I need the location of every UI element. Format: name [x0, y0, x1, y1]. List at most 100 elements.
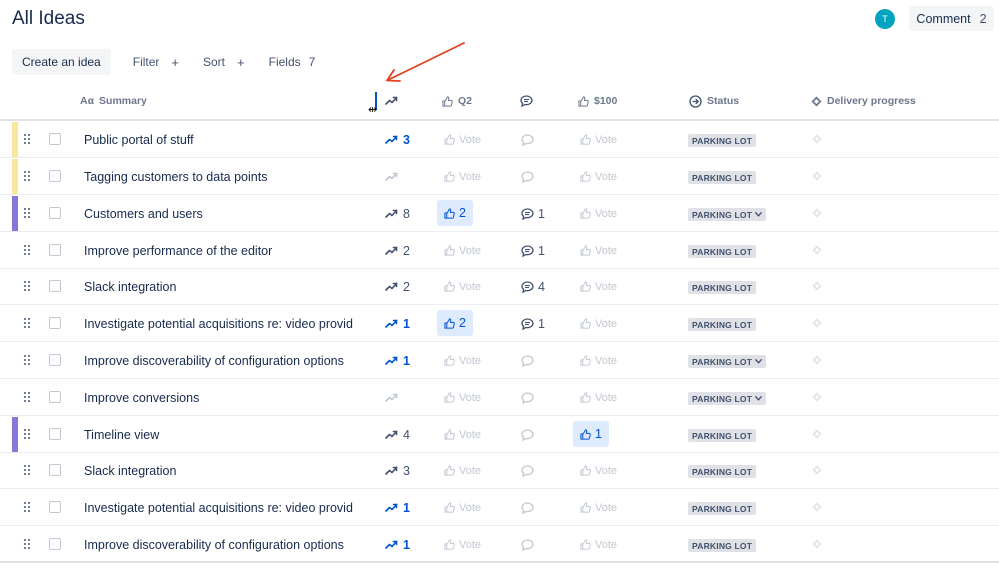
drag-handle-icon[interactable]	[24, 429, 32, 439]
column-summary[interactable]: Aα Summary	[80, 88, 147, 114]
idea-summary[interactable]: Improve conversions	[84, 379, 354, 416]
row-checkbox[interactable]	[49, 391, 61, 403]
comments-cell[interactable]	[521, 121, 538, 158]
q2-vote-button[interactable]: Vote	[444, 232, 481, 269]
row-checkbox[interactable]	[49, 244, 61, 256]
usd100-vote-button[interactable]: Vote	[580, 342, 617, 379]
row-checkbox[interactable]	[49, 501, 61, 513]
drag-handle-icon[interactable]	[24, 171, 32, 181]
idea-summary[interactable]: Improve discoverability of configuration…	[84, 526, 354, 563]
q2-vote-button[interactable]: Vote	[444, 121, 481, 158]
row-checkbox[interactable]	[49, 464, 61, 476]
q2-vote-button[interactable]: 2	[437, 310, 473, 336]
idea-summary[interactable]: Investigate potential acquisitions re: v…	[84, 489, 354, 526]
q2-vote-button[interactable]: Vote	[444, 268, 481, 305]
drag-handle-icon[interactable]	[24, 208, 32, 218]
drag-handle-icon[interactable]	[24, 539, 32, 549]
q2-vote-button[interactable]: Vote	[444, 379, 481, 416]
comments-cell[interactable]: 4	[521, 268, 545, 305]
usd100-vote-button[interactable]: Vote	[580, 158, 617, 195]
idea-summary[interactable]: Tagging customers to data points	[84, 158, 354, 195]
usd100-vote-button[interactable]: Vote	[580, 489, 617, 526]
status-badge[interactable]: PARKING LOT	[688, 502, 757, 515]
drag-handle-icon[interactable]	[24, 245, 32, 255]
drag-handle-icon[interactable]	[24, 465, 32, 475]
usd100-vote-button[interactable]: Vote	[580, 305, 617, 342]
status-badge[interactable]: PARKING LOT	[688, 281, 757, 294]
column-trend[interactable]	[385, 88, 403, 114]
q2-vote-button[interactable]: Vote	[444, 526, 481, 563]
table-row[interactable]: Customers and users 8 2 1 Vote PARKING LOT	[0, 195, 999, 232]
table-row[interactable]: Improve discoverability of configuration…	[0, 526, 999, 563]
column-usd100[interactable]: $100	[578, 88, 617, 114]
status-badge[interactable]: PARKING LOT	[688, 208, 767, 221]
q2-vote-button[interactable]: Vote	[444, 452, 481, 489]
status-badge[interactable]: PARKING LOT	[688, 465, 757, 478]
fields-button[interactable]: Fields 7	[269, 55, 316, 69]
row-checkbox[interactable]	[49, 207, 61, 219]
idea-summary[interactable]: Public portal of stuff	[84, 121, 354, 158]
status-badge[interactable]: PARKING LOT	[688, 355, 767, 368]
drag-handle-icon[interactable]	[24, 281, 32, 291]
q2-vote-button[interactable]: Vote	[444, 416, 481, 453]
table-row[interactable]: Improve conversions Vote Vote PARKING LOT	[0, 379, 999, 416]
idea-summary[interactable]: Slack integration	[84, 452, 354, 489]
comments-cell[interactable]	[521, 158, 538, 195]
row-checkbox[interactable]	[49, 170, 61, 182]
usd100-vote-button[interactable]: Vote	[580, 232, 617, 269]
q2-vote-button[interactable]: 2	[437, 200, 473, 226]
row-checkbox[interactable]	[49, 428, 61, 440]
table-row[interactable]: Tagging customers to data points Vote Vote…	[0, 158, 999, 195]
comment-button[interactable]: Comment 2	[909, 6, 994, 31]
usd100-vote-button[interactable]: Vote	[580, 379, 617, 416]
idea-summary[interactable]: Slack integration	[84, 268, 354, 305]
usd100-vote-button[interactable]: Vote	[580, 121, 617, 158]
column-comments[interactable]	[520, 88, 538, 114]
status-badge[interactable]: PARKING LOT	[688, 318, 757, 331]
row-checkbox[interactable]	[49, 538, 61, 550]
filter-button[interactable]: Filter +	[133, 55, 179, 70]
table-row[interactable]: Investigate potential acquisitions re: v…	[0, 305, 999, 342]
comments-cell[interactable]	[521, 342, 538, 379]
sort-button[interactable]: Sort +	[203, 55, 245, 70]
idea-summary[interactable]: Investigate potential acquisitions re: v…	[84, 305, 354, 342]
row-checkbox[interactable]	[49, 133, 61, 145]
comments-cell[interactable]	[521, 526, 538, 563]
comments-cell[interactable]	[521, 379, 538, 416]
row-checkbox[interactable]	[49, 354, 61, 366]
status-badge[interactable]: PARKING LOT	[688, 392, 767, 405]
idea-summary[interactable]: Customers and users	[84, 195, 354, 232]
status-badge[interactable]: PARKING LOT	[688, 245, 757, 258]
drag-handle-icon[interactable]	[24, 134, 32, 144]
comments-cell[interactable]: 1	[521, 232, 545, 269]
table-row[interactable]: Slack integration 3 Vote Vote PARKING LOT	[0, 452, 999, 489]
column-q2[interactable]: Q2	[442, 88, 472, 114]
status-badge[interactable]: PARKING LOT	[688, 171, 757, 184]
status-badge[interactable]: PARKING LOT	[688, 539, 757, 552]
table-row[interactable]: Investigate potential acquisitions re: v…	[0, 489, 999, 526]
table-row[interactable]: Timeline view 4 Vote 1 PARKING LOT	[0, 416, 999, 453]
table-row[interactable]: Slack integration 2 Vote 4 Vote PARKING LOT	[0, 268, 999, 305]
table-row[interactable]: Improve discoverability of configuration…	[0, 342, 999, 379]
drag-handle-icon[interactable]	[24, 318, 32, 328]
idea-summary[interactable]: Timeline view	[84, 416, 354, 453]
column-status[interactable]: Status	[689, 88, 739, 114]
comments-cell[interactable]	[521, 416, 538, 453]
column-delivery[interactable]: Delivery progress	[811, 88, 916, 114]
q2-vote-button[interactable]: Vote	[444, 342, 481, 379]
usd100-vote-button[interactable]: Vote	[580, 526, 617, 563]
create-idea-button[interactable]: Create an idea	[12, 49, 111, 75]
usd100-vote-button[interactable]: Vote	[580, 195, 617, 232]
idea-summary[interactable]: Improve discoverability of configuration…	[84, 342, 354, 379]
drag-handle-icon[interactable]	[24, 355, 32, 365]
avatar[interactable]: T	[875, 9, 895, 29]
usd100-vote-button[interactable]: Vote	[580, 452, 617, 489]
table-row[interactable]: Improve performance of the editor 2 Vote 1 V…	[0, 232, 999, 269]
drag-handle-icon[interactable]	[24, 502, 32, 512]
status-badge[interactable]: PARKING LOT	[688, 429, 757, 442]
row-checkbox[interactable]	[49, 317, 61, 329]
q2-vote-button[interactable]: Vote	[444, 489, 481, 526]
comments-cell[interactable]	[521, 452, 538, 489]
q2-vote-button[interactable]: Vote	[444, 158, 481, 195]
comments-cell[interactable]: 1	[521, 195, 545, 232]
